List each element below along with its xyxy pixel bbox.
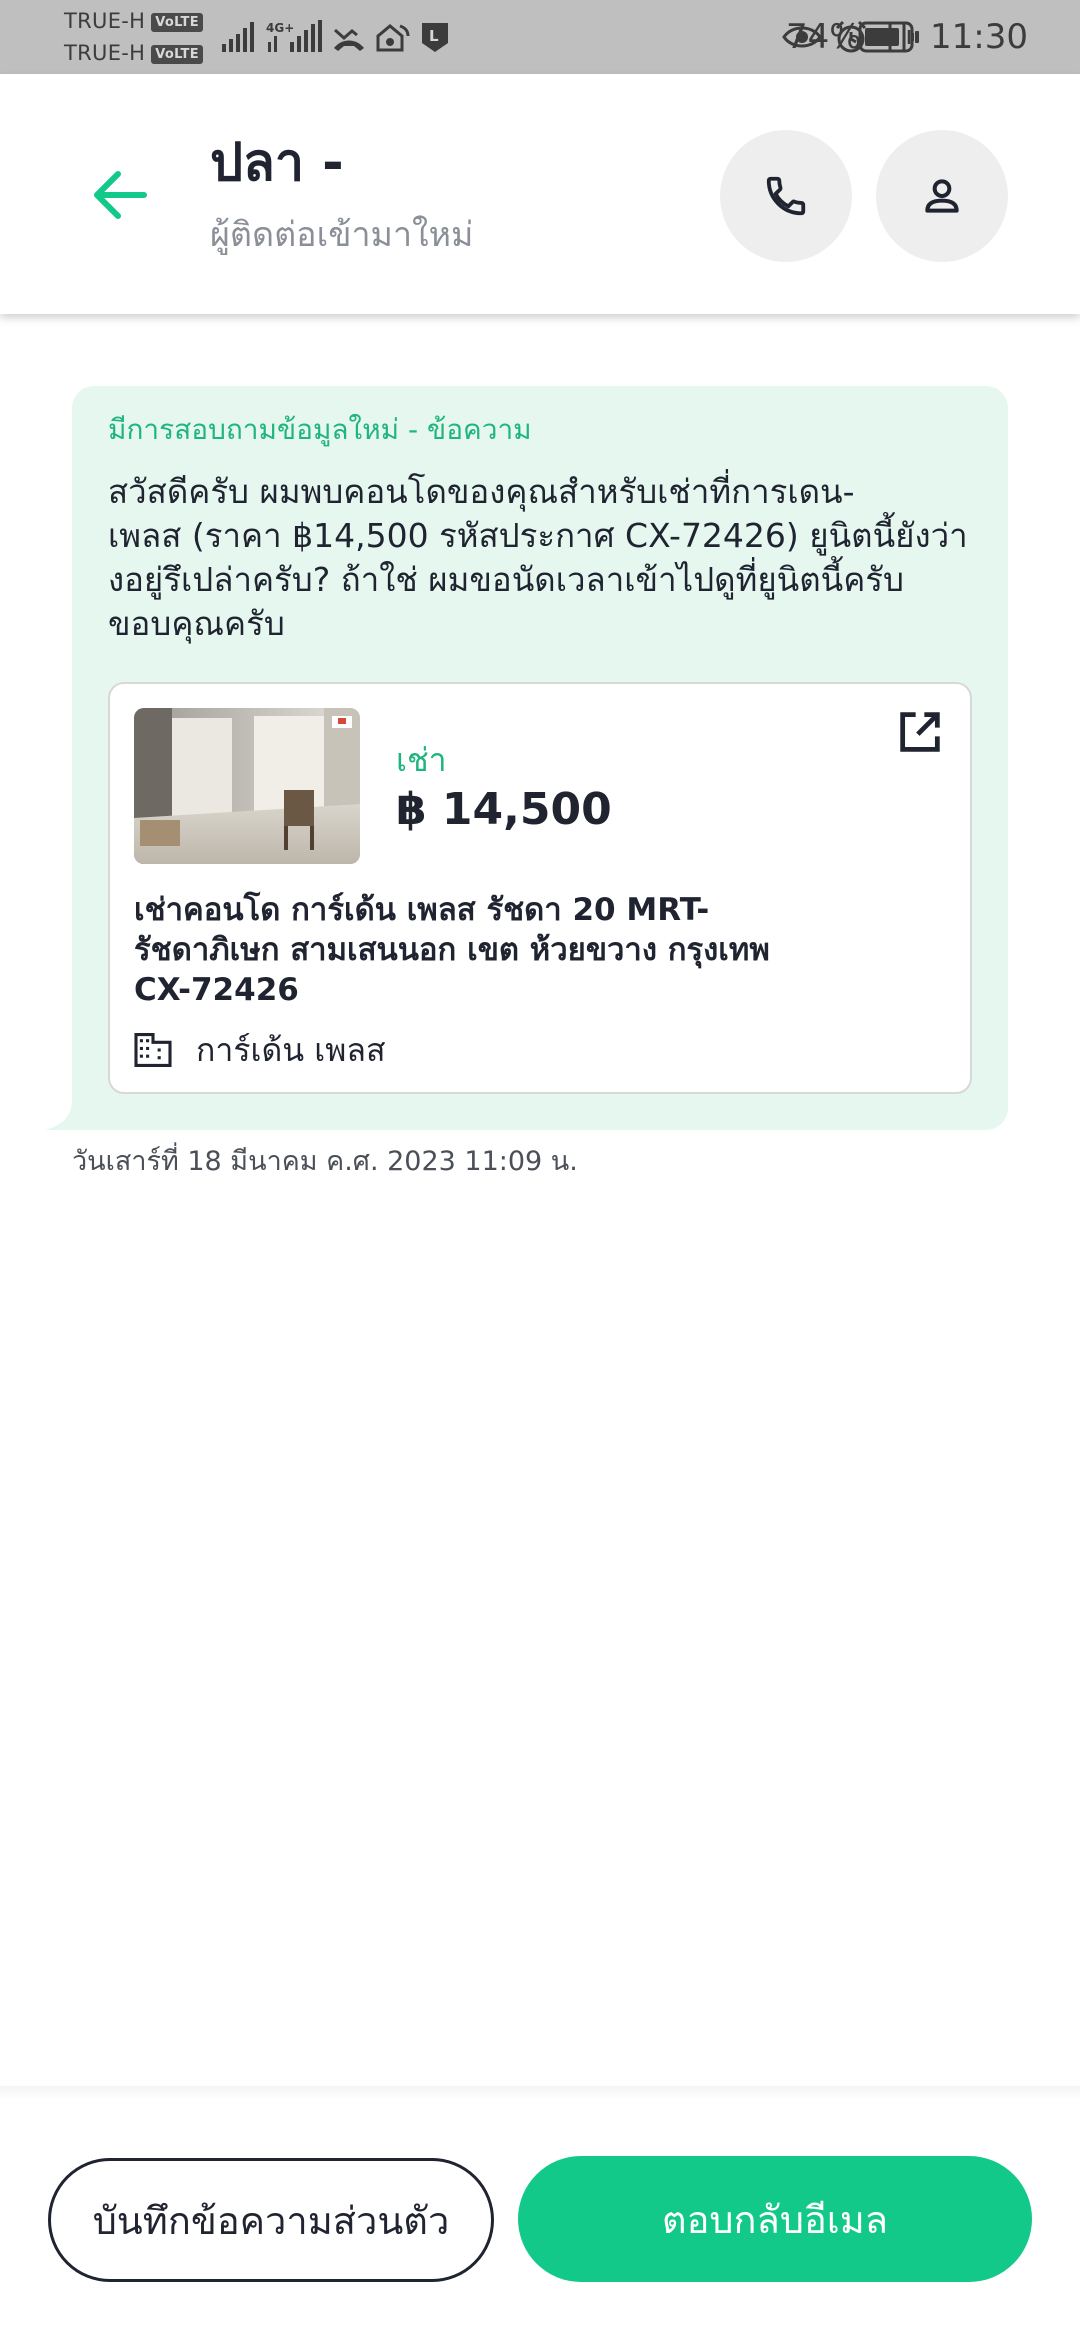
carrier-2-name: TRUE-H	[64, 41, 146, 65]
battery-icon	[858, 21, 920, 57]
reply-email-button[interactable]: ตอบกลับอีเมล	[518, 2156, 1032, 2282]
person-icon	[925, 179, 959, 213]
carrier-2: TRUE-H VoLTE	[64, 40, 203, 66]
private-note-button[interactable]: บันทึกข้อความส่วนตัว	[48, 2158, 494, 2282]
conversation-header: ปลา - ผู้ติดต่อเข้ามาใหม่	[0, 74, 1080, 314]
message-body: สวัสดีครับ ผมพบคอนโดของคุณสำหรับเช่าที่ก…	[108, 472, 968, 643]
listing-thumbnail	[134, 708, 360, 864]
network-label: 4G+	[266, 21, 294, 35]
screen: TRUE-H VoLTE TRUE-H VoLTE 4G+ L 74% 11:3…	[0, 0, 1080, 2340]
signal-icon	[222, 22, 256, 52]
carrier-1: TRUE-H VoLTE	[64, 8, 203, 34]
phone-icon	[766, 176, 806, 216]
project-name: การ์เด้น เพลส	[196, 1031, 386, 1069]
project-row: การ์เด้น เพลส	[134, 1028, 385, 1072]
arrow-left-icon	[94, 171, 147, 219]
carrier-1-name: TRUE-H	[64, 9, 146, 33]
message-header: มีการสอบถามข้อมูลใหม่ - ข้อความ	[108, 413, 532, 446]
status-bar: TRUE-H VoLTE TRUE-H VoLTE 4G+ L 74% 11:3…	[0, 0, 1080, 74]
battery-percent: 74%	[786, 17, 862, 57]
bottom-action-bar: บันทึกข้อความส่วนตัว ตอบกลับอีเมล	[0, 2100, 1080, 2340]
missed-call-icon	[332, 22, 366, 52]
listing-price: ฿ 14,500	[396, 784, 612, 835]
contact-profile-button[interactable]	[876, 130, 1008, 262]
open-in-new-icon	[900, 712, 940, 752]
line-app-icon: L	[420, 21, 450, 53]
listing-type: เช่า	[396, 741, 447, 779]
call-button[interactable]	[720, 130, 852, 262]
building-icon	[134, 1033, 172, 1067]
open-external-button[interactable]	[894, 706, 946, 758]
listing-card[interactable]: เช่า ฿ 14,500 เช่าคอนโด การ์เด้น เพลส รั…	[108, 682, 972, 1094]
contact-status: ผู้ติดต่อเข้ามาใหม่	[210, 215, 474, 255]
volte-badge: VoLTE	[151, 13, 203, 32]
hotspot-icon	[376, 22, 410, 52]
message-timestamp: วันเสาร์ที่ 18 มีนาคม ค.ศ. 2023 11:09 น.	[72, 1146, 578, 1177]
bottom-divider	[0, 2086, 1080, 2100]
message-bubble: มีการสอบถามข้อมูลใหม่ - ข้อความ สวัสดีคร…	[72, 386, 1008, 1130]
listing-title: เช่าคอนโด การ์เด้น เพลส รัชดา 20 MRT- รั…	[134, 892, 770, 1008]
signal-4g-icon: 4G+	[266, 20, 322, 54]
contact-name: ปลา -	[210, 133, 344, 193]
back-button[interactable]	[84, 159, 156, 231]
volte-badge: VoLTE	[151, 45, 203, 64]
svg-text:L: L	[429, 27, 439, 45]
status-clock: 11:30	[930, 17, 1028, 57]
